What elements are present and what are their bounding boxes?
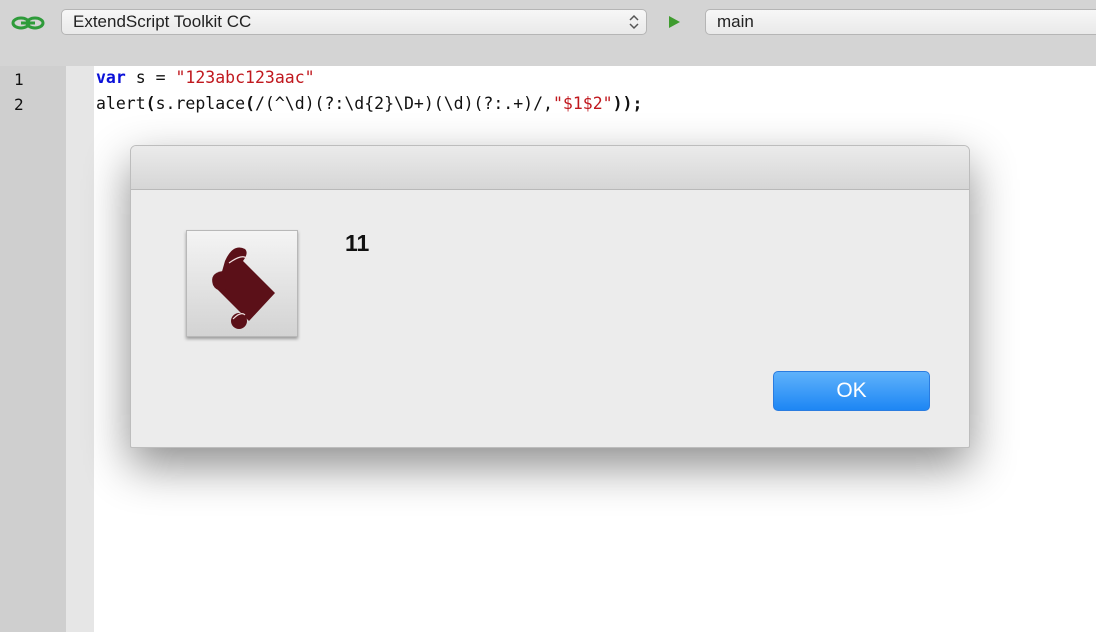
code-token: s.replace bbox=[155, 94, 246, 113]
string-token: "$1$2" bbox=[552, 94, 613, 113]
run-icon[interactable] bbox=[666, 14, 682, 30]
line-number: 1 bbox=[14, 70, 24, 89]
fold-strip bbox=[66, 66, 94, 632]
line-number: 2 bbox=[14, 95, 24, 114]
string-token: "123abc123aac" bbox=[175, 68, 315, 87]
select-arrows-icon bbox=[629, 14, 639, 30]
paren-token: ( bbox=[245, 94, 255, 113]
ok-button[interactable]: OK bbox=[773, 371, 930, 411]
paren-token: )); bbox=[612, 94, 643, 113]
code-line-1[interactable]: var s = "123abc123aac" bbox=[96, 68, 315, 87]
target-application-select[interactable]: ExtendScript Toolkit CC bbox=[61, 9, 647, 35]
code-token: alert bbox=[96, 94, 146, 113]
code-token: s = bbox=[125, 68, 176, 87]
engine-select[interactable]: main bbox=[705, 9, 1096, 35]
dialog-message: 11 bbox=[345, 230, 370, 256]
code-line-2[interactable]: alert(s.replace(/(^\d)(?:\d{2}\D+)(\d)(?… bbox=[96, 94, 642, 113]
keyword-token: var bbox=[96, 68, 126, 87]
line-number-gutter: 1 2 bbox=[0, 66, 66, 632]
link-icon[interactable] bbox=[10, 13, 46, 33]
paren-token: ( bbox=[145, 94, 156, 113]
engine-value: main bbox=[717, 12, 754, 31]
alert-dialog: 11 OK bbox=[130, 145, 970, 448]
extendscript-scroll-icon bbox=[186, 230, 298, 337]
toolbar: ExtendScript Toolkit CC main bbox=[0, 0, 1096, 66]
target-application-value: ExtendScript Toolkit CC bbox=[73, 12, 252, 31]
regex-token: /(^\d)(?:\d{2}\D+)(\d)(?:.+)/, bbox=[254, 94, 553, 113]
dialog-titlebar[interactable] bbox=[131, 146, 969, 190]
